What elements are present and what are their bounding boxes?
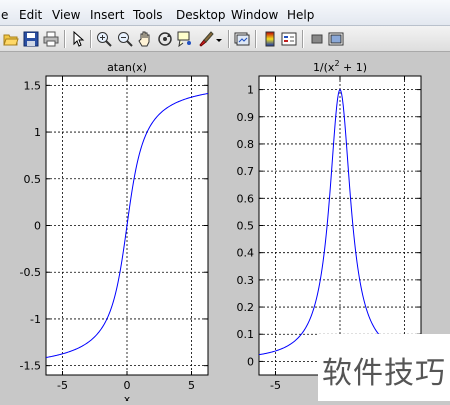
y-tick-label: -0.5 [20, 266, 41, 279]
y-tick-label: -1 [30, 313, 41, 326]
x-tick-label: -5 [57, 379, 68, 392]
pan-hand-icon[interactable] [137, 31, 153, 47]
axes-atan-title: atan(x) [107, 61, 147, 74]
menu-insert[interactable]: Insert [90, 8, 124, 22]
zoom-in-icon[interactable] [96, 31, 112, 47]
brush-icon[interactable] [198, 31, 214, 47]
data-cursor-icon[interactable] [177, 31, 193, 48]
x-tick-label: -5 [270, 379, 281, 392]
rotate-3d-icon[interactable] [157, 31, 173, 47]
y-tick-label: 0 [247, 355, 254, 368]
menu-tools[interactable]: Tools [133, 8, 163, 22]
y-tick-label: 0.6 [237, 192, 255, 205]
y-tick-label: 0.8 [237, 138, 255, 151]
y-tick-label: 0.3 [237, 274, 255, 287]
y-tick-label: -1.5 [20, 360, 41, 373]
axes-atan-xlabel: x [124, 393, 131, 401]
save-icon[interactable] [23, 31, 39, 47]
y-tick-label: 0 [34, 220, 41, 233]
axes-lorentzian-title: 1/(x2 + 1) [313, 59, 367, 74]
dropdown-arrow-icon[interactable] [215, 31, 223, 47]
hide-plot-tools-icon[interactable] [309, 31, 325, 47]
legend-icon[interactable] [281, 31, 297, 47]
axes-atan[interactable]: -5 0 5 -1.5 -1 -0.5 0 0.5 1 1.5 atan(x) x [20, 61, 209, 405]
zoom-out-icon[interactable] [117, 31, 133, 47]
menu-help[interactable]: Help [287, 8, 314, 22]
y-tick-label: 0.7 [237, 165, 255, 178]
y-tick-label: 0.5 [237, 220, 255, 233]
menu-file[interactable]: e [1, 8, 8, 22]
menu-window[interactable]: Window [231, 8, 278, 22]
y-tick-label: 1.5 [24, 79, 42, 92]
open-file-icon[interactable] [3, 31, 19, 47]
x-tick-label: 5 [188, 379, 195, 392]
print-icon[interactable] [43, 31, 59, 47]
toolbar-separator [64, 30, 65, 48]
colorbar-icon[interactable] [262, 31, 278, 47]
menu-bar: e Edit View Insert Tools Desktop Window … [0, 0, 450, 26]
y-tick-label: 0.9 [237, 111, 255, 124]
select-arrow-icon[interactable] [70, 30, 86, 47]
toolbar-separator [90, 30, 91, 48]
y-tick-label: 0.5 [24, 173, 42, 186]
toolbar-separator [255, 30, 256, 48]
menu-view[interactable]: View [52, 8, 80, 22]
y-tick-label: 1 [34, 126, 41, 139]
show-plot-tools-icon[interactable] [328, 31, 344, 47]
menu-edit[interactable]: Edit [19, 8, 42, 22]
link-plot-icon[interactable] [234, 31, 250, 47]
watermark-text: 软件技巧 [322, 356, 446, 391]
figure-toolbar [0, 26, 450, 52]
toolbar-separator [228, 30, 229, 48]
y-tick-label: 0.2 [237, 301, 255, 314]
x-tick-label: 0 [124, 379, 131, 392]
y-tick-label: 1 [247, 84, 254, 97]
menu-desktop[interactable]: Desktop [176, 8, 226, 22]
toolbar-separator [302, 30, 303, 48]
y-tick-label: 0.4 [237, 247, 255, 260]
y-tick-label: 0.1 [237, 328, 255, 341]
